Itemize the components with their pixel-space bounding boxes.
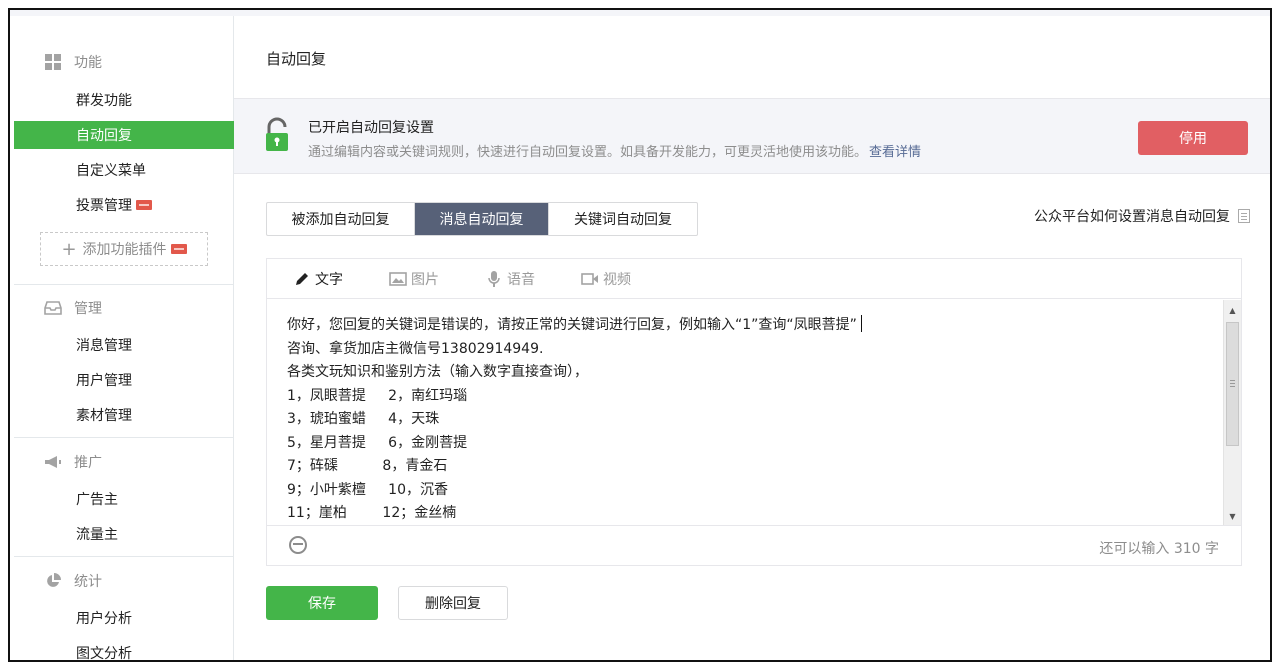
sidebar-group-stats: 统计 <box>44 571 102 591</box>
document-icon <box>1238 209 1250 223</box>
sidebar-group-function: 功能 <box>44 52 102 72</box>
reply-type-tabs: 被添加自动回复 消息自动回复 关键词自动回复 <box>266 202 698 236</box>
sidebar-divider <box>14 437 234 438</box>
editor-toolbar: 文字 图片 语音 视频 <box>267 259 1241 299</box>
scrollbar-thumb[interactable] <box>1226 322 1239 446</box>
sidebar: 功能 群发功能 自动回复 自定义菜单 投票管理 + 添加功能插件 管理 消息管理… <box>14 16 234 660</box>
sidebar-item-label: 群发功能 <box>76 93 132 109</box>
sidebar-item-vote[interactable]: 投票管理 <box>14 191 234 219</box>
tool-label: 语音 <box>507 271 535 288</box>
add-plugin-button[interactable]: + 添加功能插件 <box>40 232 208 266</box>
inbox-icon <box>44 300 62 316</box>
tool-label: 视频 <box>603 271 631 288</box>
main-content: 自动回复 已开启自动回复设置 通过编辑内容或关键词规则，快速进行自动回复设置。如… <box>234 16 1270 660</box>
text-line: 你好，您回复的关键词是错误的，请按正常的关键词进行回复，例如输入“1”查询“凤眼… <box>287 314 1223 338</box>
tool-voice[interactable]: 语音 <box>485 269 535 289</box>
disable-button[interactable]: 停用 <box>1138 121 1248 155</box>
tab-keyword-reply[interactable]: 关键词自动回复 <box>549 203 697 235</box>
reply-text-input[interactable]: 你好，您回复的关键词是错误的，请按正常的关键词进行回复，例如输入“1”查询“凤眼… <box>267 300 1223 526</box>
sidebar-item-advertiser[interactable]: 广告主 <box>14 485 234 513</box>
unlock-icon <box>264 117 290 153</box>
tool-label: 图片 <box>411 271 439 288</box>
sidebar-item-label: 自动回复 <box>76 128 132 144</box>
sidebar-item-label: 广告主 <box>76 492 118 508</box>
scroll-down-arrow-icon[interactable]: ▼ <box>1224 508 1241 524</box>
tool-video[interactable]: 视频 <box>581 269 631 289</box>
editor-footer: 还可以输入 310 字 <box>267 525 1241 565</box>
reply-editor: 文字 图片 语音 视频 你好，您回复的关键词是错误的，请按正常的关键词进行回复，… <box>266 258 1242 566</box>
sidebar-group-label: 功能 <box>74 55 102 71</box>
save-button[interactable]: 保存 <box>266 586 378 620</box>
new-badge-icon <box>136 200 152 210</box>
sidebar-item-user-analysis[interactable]: 用户分析 <box>14 604 234 632</box>
sidebar-item-label: 自定义菜单 <box>76 163 146 179</box>
sidebar-group-label: 管理 <box>74 301 102 317</box>
new-badge-icon <box>170 244 187 254</box>
notice-title: 已开启自动回复设置 <box>308 120 434 136</box>
sidebar-group-promote: 推广 <box>44 452 102 472</box>
sidebar-group-label: 统计 <box>74 574 102 590</box>
delete-reply-button[interactable]: 删除回复 <box>398 586 508 620</box>
sidebar-item-label: 用户分析 <box>76 611 132 627</box>
text-line: 各类文玩知识和鉴别方法（输入数字直接查询）， <box>287 364 588 380</box>
sidebar-item-label: 图文分析 <box>76 646 132 662</box>
text-line: 7；砗磲 8，青金石 <box>287 458 448 474</box>
text-line: 5，星月菩提 6，金刚菩提 <box>287 434 468 451</box>
pie-chart-icon <box>44 573 62 589</box>
pencil-icon <box>293 271 311 287</box>
sidebar-item-auto-reply[interactable]: 自动回复 <box>14 121 234 149</box>
sidebar-item-label: 流量主 <box>76 527 118 543</box>
text-line: 9；小叶紫檀 10，沉香 <box>287 481 448 498</box>
text-line: 1，凤眼菩提 2，南红玛瑙 <box>287 387 468 404</box>
sidebar-divider <box>14 284 234 285</box>
sidebar-item-materials[interactable]: 素材管理 <box>14 401 234 429</box>
sidebar-item-label: 素材管理 <box>76 408 132 424</box>
sidebar-item-custom-menu[interactable]: 自定义菜单 <box>14 156 234 184</box>
sidebar-item-publisher[interactable]: 流量主 <box>14 520 234 548</box>
text-line: 11；崖柏 12；金丝楠 <box>287 505 457 521</box>
scroll-up-arrow-icon[interactable]: ▲ <box>1224 302 1241 318</box>
sidebar-item-label: 消息管理 <box>76 338 132 354</box>
page-title: 自动回复 <box>266 50 327 68</box>
view-details-link[interactable]: 查看详情 <box>869 145 921 160</box>
tab-added-reply[interactable]: 被添加自动回复 <box>267 203 415 235</box>
plus-icon: + <box>61 238 77 260</box>
sidebar-item-messages[interactable]: 消息管理 <box>14 331 234 359</box>
tab-message-reply[interactable]: 消息自动回复 <box>415 203 549 235</box>
sidebar-item-users[interactable]: 用户管理 <box>14 366 234 394</box>
emoji-icon[interactable] <box>289 536 307 554</box>
grid-icon <box>44 54 62 70</box>
video-icon <box>581 271 599 287</box>
notice-description: 通过编辑内容或关键词规则，快速进行自动回复设置。如具备开发能力，可更灵活地使用该… <box>308 141 921 160</box>
sidebar-item-article-analysis[interactable]: 图文分析 <box>14 639 234 662</box>
char-count: 还可以输入 310 字 <box>1099 541 1219 557</box>
app-window: 功能 群发功能 自动回复 自定义菜单 投票管理 + 添加功能插件 管理 消息管理… <box>8 8 1272 662</box>
tool-label: 文字 <box>315 271 343 288</box>
sidebar-divider <box>14 556 234 557</box>
image-icon <box>389 271 407 287</box>
text-line: 咨询、拿货加店主微信号13802914949. <box>287 340 544 357</box>
notice-desc-text: 通过编辑内容或关键词规则，快速进行自动回复设置。如具备开发能力，可更灵活地使用该… <box>308 145 868 160</box>
text-line: 3，琥珀蜜蜡 4，天珠 <box>287 411 440 427</box>
sidebar-item-label: 用户管理 <box>76 373 132 389</box>
sidebar-item-mass-send[interactable]: 群发功能 <box>14 86 234 114</box>
text-caret <box>860 315 862 332</box>
sidebar-group-manage: 管理 <box>44 298 102 318</box>
sidebar-item-label: 投票管理 <box>76 198 132 214</box>
help-link-label: 公众平台如何设置消息自动回复 <box>1034 209 1230 225</box>
text-scrollbar[interactable]: ▲ ▼ <box>1223 300 1241 526</box>
tool-image[interactable]: 图片 <box>389 269 439 289</box>
tool-text[interactable]: 文字 <box>293 269 343 289</box>
add-plugin-label: 添加功能插件 <box>82 242 167 258</box>
microphone-icon <box>485 270 503 287</box>
status-notice: 已开启自动回复设置 通过编辑内容或关键词规则，快速进行自动回复设置。如具备开发能… <box>234 98 1270 174</box>
sidebar-group-label: 推广 <box>74 455 102 471</box>
help-link[interactable]: 公众平台如何设置消息自动回复 <box>1034 206 1250 226</box>
megaphone-icon <box>44 454 62 470</box>
